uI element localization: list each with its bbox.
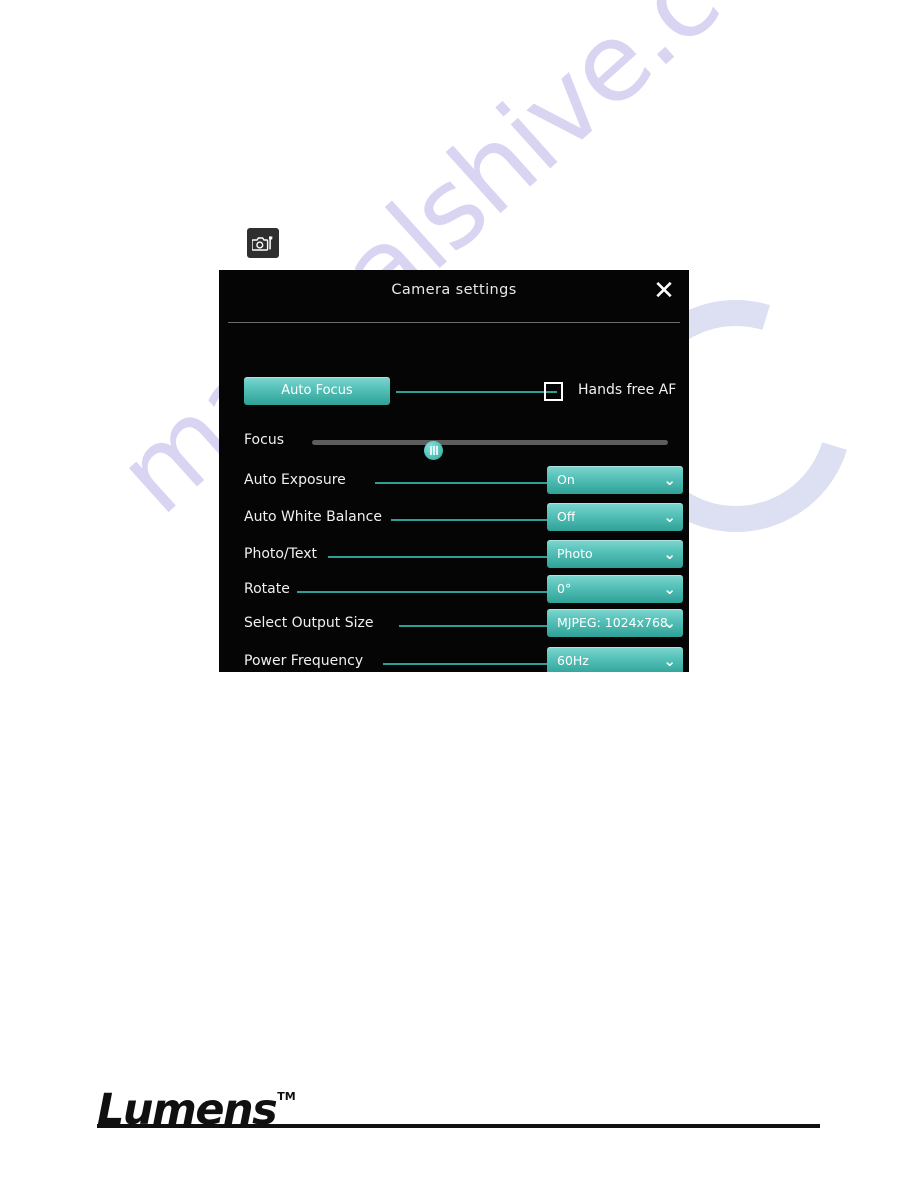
auto-exposure-select[interactable]: On ⌄: [547, 466, 683, 494]
camera-settings-dialog: Camera settings ✕ Auto Focus Hands free …: [219, 270, 689, 672]
chevron-down-icon: ⌄: [663, 471, 676, 489]
chevron-down-icon: ⌄: [663, 545, 676, 563]
chevron-down-icon: ⌄: [663, 614, 676, 632]
close-icon[interactable]: ✕: [651, 278, 677, 305]
rotate-select[interactable]: 0° ⌄: [547, 575, 683, 603]
select-value: 60Hz: [557, 653, 589, 668]
setting-label: Auto White Balance: [244, 509, 382, 525]
dialog-header: Camera settings ✕: [219, 270, 689, 317]
leader-line: [391, 519, 547, 521]
chevron-down-icon: ⌄: [663, 580, 676, 598]
setting-row-auto-exposure: Auto Exposure On ⌄: [219, 466, 689, 500]
slider-grip-line: [430, 446, 432, 455]
select-value: Photo: [557, 546, 593, 561]
auto-focus-button[interactable]: Auto Focus: [244, 377, 390, 405]
auto-focus-row: Auto Focus Hands free AF: [219, 377, 689, 411]
leader-line: [399, 625, 547, 627]
slider-grip-line: [433, 446, 435, 455]
leader-line: [297, 591, 547, 593]
footer-divider: [97, 1124, 820, 1128]
select-value: MJPEG: 1024x768 H: [557, 615, 669, 630]
setting-label: Auto Exposure: [244, 472, 346, 488]
leader-line: [375, 482, 547, 484]
slider-grip-line: [436, 446, 438, 455]
trademark-symbol: TM: [277, 1089, 296, 1103]
focus-slider-track[interactable]: [312, 440, 668, 460]
setting-label: Select Output Size: [244, 615, 374, 631]
auto-focus-leader-line: [396, 391, 557, 393]
hands-free-af-label: Hands free AF: [578, 382, 677, 398]
setting-row-rotate: Rotate 0° ⌄: [219, 575, 689, 609]
focus-label: Focus: [244, 432, 284, 448]
select-output-size-select[interactable]: MJPEG: 1024x768 H ⌄: [547, 609, 683, 637]
auto-white-balance-select[interactable]: Off ⌄: [547, 503, 683, 531]
focus-row: Focus: [219, 432, 689, 460]
dialog-title: Camera settings: [391, 282, 517, 298]
select-value: 0°: [557, 581, 572, 596]
chevron-down-icon: ⌄: [663, 508, 676, 526]
focus-slider-thumb[interactable]: [424, 441, 443, 460]
power-frequency-select[interactable]: 60Hz ⌄: [547, 647, 683, 672]
select-value: On: [557, 472, 575, 487]
setting-label: Rotate: [244, 581, 290, 597]
hands-free-af-checkbox[interactable]: [544, 382, 563, 401]
select-value: Off: [557, 509, 576, 524]
setting-row-select-output-size: Select Output Size MJPEG: 1024x768 H ⌄: [219, 609, 689, 643]
setting-row-auto-white-balance: Auto White Balance Off ⌄: [219, 503, 689, 537]
camera-settings-icon-glyph: [252, 235, 273, 251]
header-divider: [228, 322, 680, 323]
setting-row-power-frequency: Power Frequency 60Hz ⌄: [219, 647, 689, 672]
leader-line: [328, 556, 547, 558]
camera-settings-icon[interactable]: [247, 228, 279, 258]
leader-line: [383, 663, 547, 665]
setting-label: Photo/Text: [244, 546, 317, 562]
photo-text-select[interactable]: Photo ⌄: [547, 540, 683, 568]
chevron-down-icon: ⌄: [663, 652, 676, 670]
setting-row-photo-text: Photo/Text Photo ⌄: [219, 540, 689, 574]
setting-label: Power Frequency: [244, 653, 364, 669]
